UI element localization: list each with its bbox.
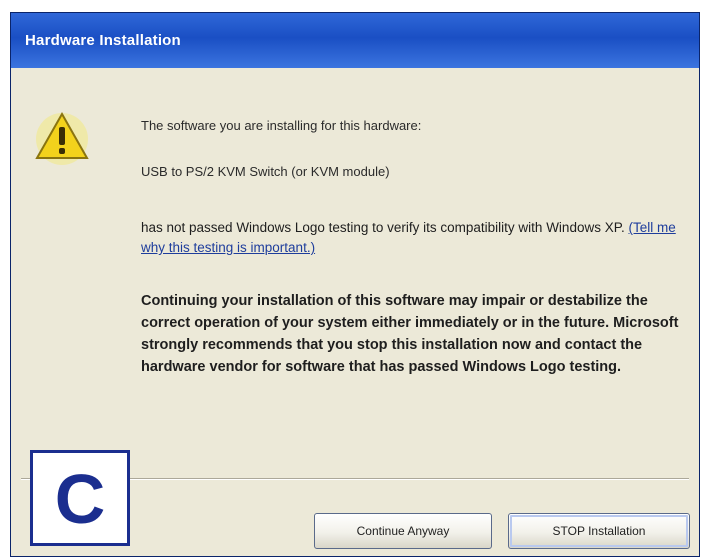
device-name: USB to PS/2 KVM Switch (or KVM module) [141,164,390,179]
logo-testing-text: has not passed Windows Logo testing to v… [141,220,625,235]
warning-icon [35,111,89,165]
stop-installation-button[interactable]: STOP Installation [508,513,690,549]
logo-testing-notice: has not passed Windows Logo testing to v… [141,218,686,258]
software-notice: The software you are installing for this… [141,118,422,133]
continue-anyway-button[interactable]: Continue Anyway [314,513,492,549]
warning-paragraph: Continuing your installation of this sof… [141,293,679,375]
title-bar[interactable]: Hardware Installation [11,13,699,68]
dialog-title: Hardware Installation [25,32,181,49]
figure-letter-badge: C [30,450,130,546]
